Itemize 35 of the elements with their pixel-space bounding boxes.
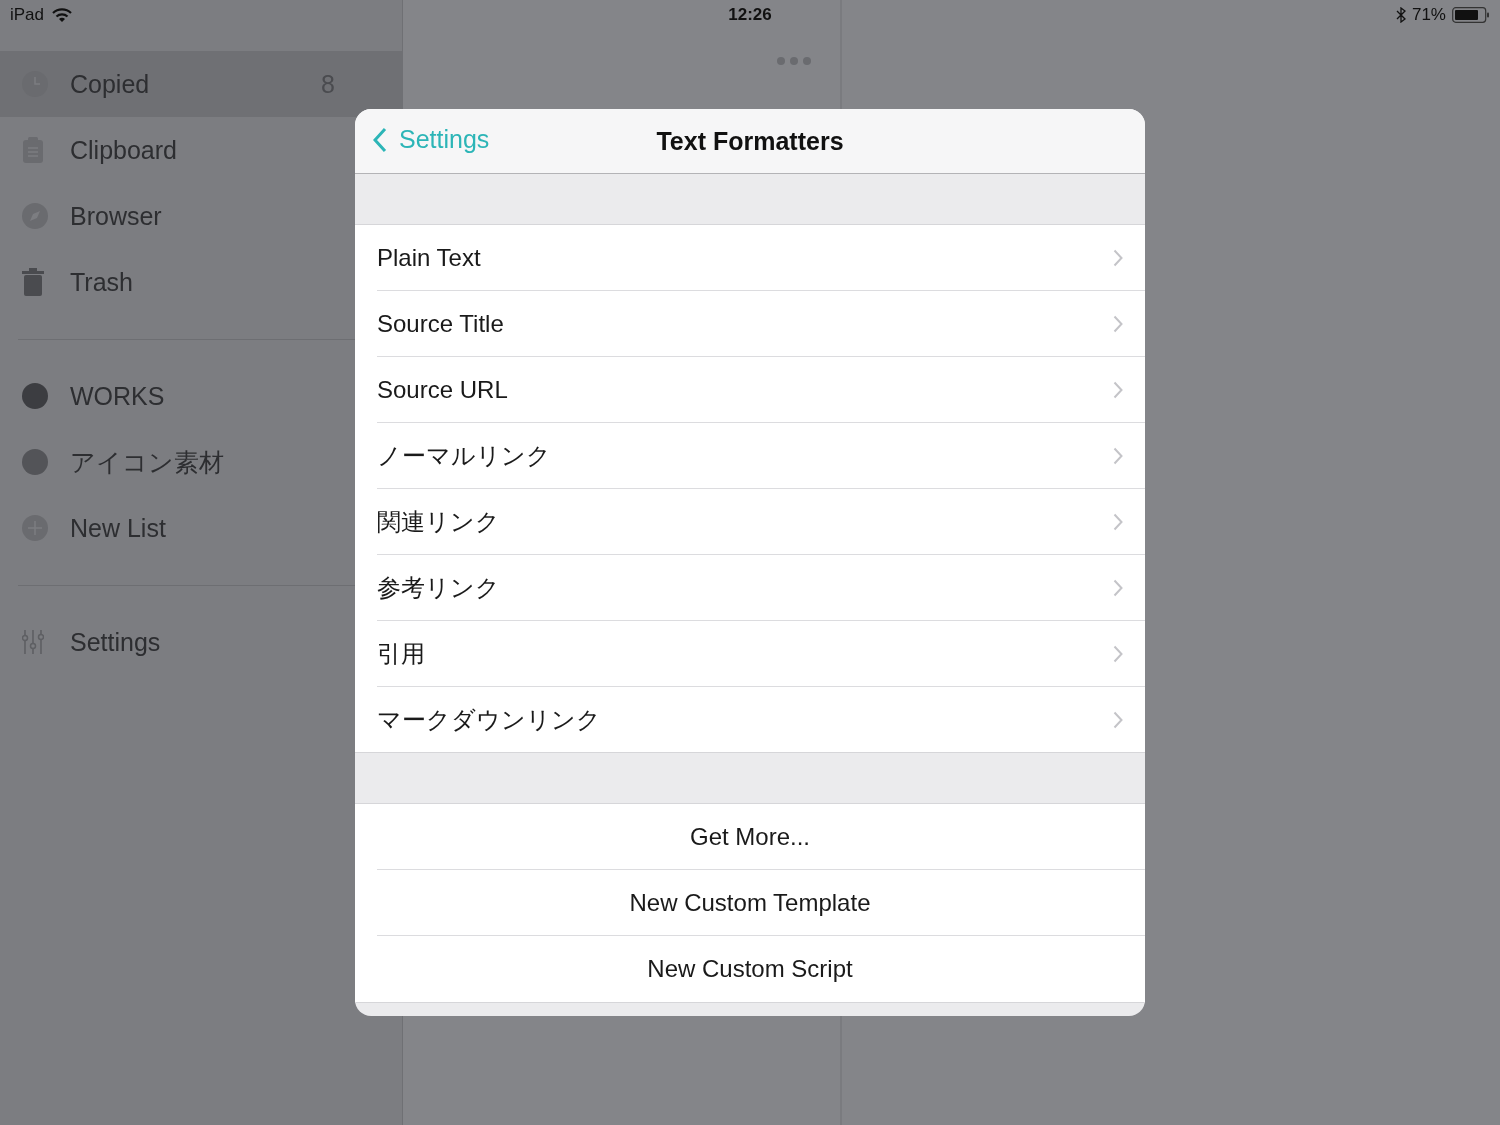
status-time: 12:26: [728, 5, 772, 25]
device-name: iPad: [10, 5, 45, 25]
chevron-right-icon: [1113, 380, 1123, 399]
chevron-right-icon: [1113, 446, 1123, 465]
popover-title: Text Formatters: [656, 126, 844, 156]
formatter-row[interactable]: 参考リンク: [377, 555, 1145, 621]
bluetooth-icon: [1395, 7, 1406, 23]
chevron-left-icon: [373, 126, 387, 153]
chevron-right-icon: [1113, 578, 1123, 597]
formatter-row[interactable]: Plain Text: [377, 225, 1145, 291]
formatter-row[interactable]: 引用: [377, 621, 1145, 687]
formatter-row[interactable]: 関連リンク: [377, 489, 1145, 555]
formatter-name: Source URL: [377, 375, 508, 404]
trash-icon: [22, 268, 44, 296]
formatter-row[interactable]: マークダウンリンク: [377, 687, 1145, 752]
formatter-row[interactable]: Source URL: [377, 357, 1145, 423]
formatter-name: 参考リンク: [377, 572, 500, 603]
more-icon[interactable]: [776, 56, 812, 66]
formatter-name: 関連リンク: [377, 506, 500, 537]
chevron-right-icon: [1113, 248, 1123, 267]
chevron-right-icon: [1113, 710, 1123, 729]
wifi-icon: [52, 8, 73, 22]
formatter-row[interactable]: Source Title: [377, 291, 1145, 357]
formatter-name: ノーマルリンク: [377, 440, 551, 471]
formatter-name: 引用: [377, 638, 425, 669]
formatter-name: Plain Text: [377, 243, 481, 272]
chevron-right-icon: [1113, 644, 1123, 663]
battery-percent: 71%: [1411, 5, 1446, 25]
sliders-icon: [22, 629, 44, 655]
battery-icon: [1452, 7, 1490, 23]
chevron-right-icon: [1113, 314, 1123, 333]
formatter-row[interactable]: ノーマルリンク: [377, 423, 1145, 489]
formatter-name: マークダウンリンク: [377, 704, 601, 735]
formatter-name: Source Title: [377, 309, 504, 338]
chevron-right-icon: [1113, 512, 1123, 531]
